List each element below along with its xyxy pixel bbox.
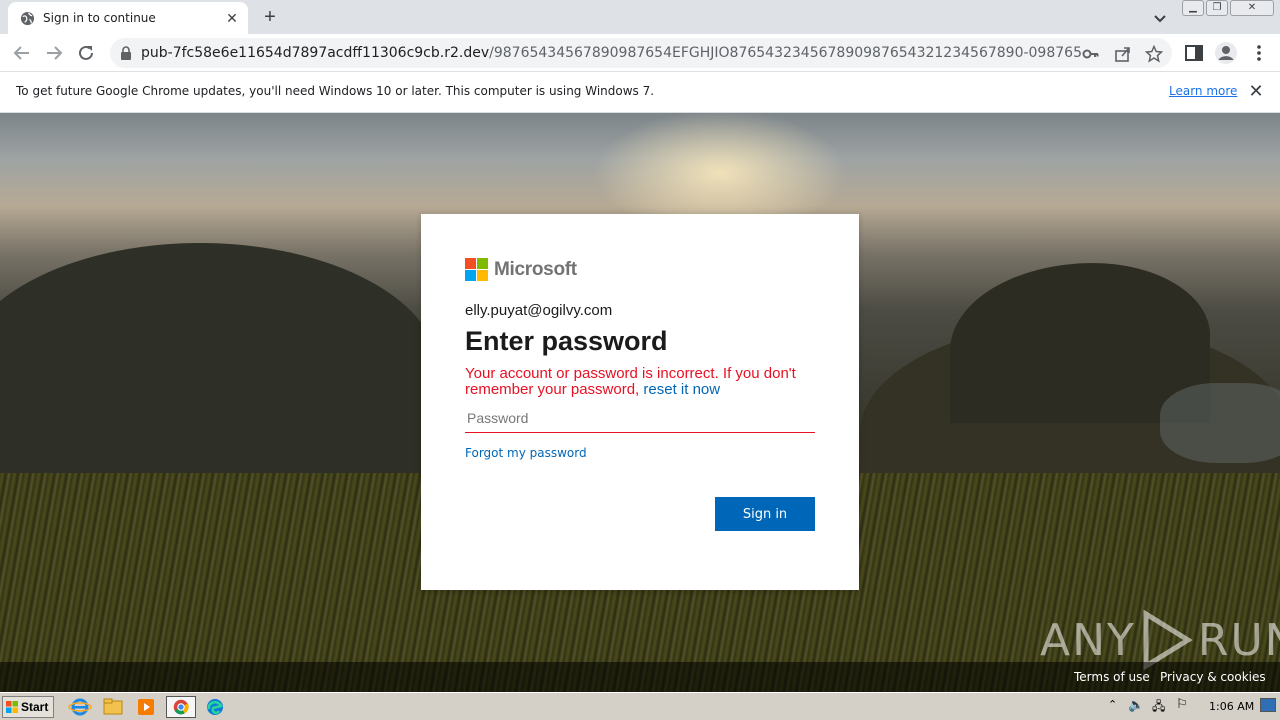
background-mountain [0, 243, 440, 503]
tab-search-icon[interactable] [1150, 8, 1170, 28]
profile-avatar-icon[interactable] [1214, 41, 1238, 65]
volume-icon[interactable]: 🔈 [1128, 697, 1144, 713]
anyrun-watermark: ANY RUN [1040, 610, 1280, 670]
bookmark-star-icon[interactable] [1145, 45, 1163, 63]
infobar-close-icon[interactable]: ✕ [1247, 82, 1265, 100]
background-lake [1160, 383, 1280, 463]
tray-expand-icon[interactable]: ⌃ [1108, 698, 1117, 711]
page-background: Microsoft elly.puyat@ogilvy.com Enter pa… [0, 113, 1280, 692]
action-center-flag-icon[interactable]: ⚐ [1176, 696, 1188, 712]
tab-title: Sign in to continue [43, 11, 156, 25]
windows-flag-icon [6, 701, 18, 713]
show-desktop-icon[interactable] [1260, 698, 1276, 712]
forward-icon[interactable] [42, 41, 66, 65]
window-controls: ▁ ❐ ✕ [1182, 0, 1274, 18]
url-host: pub-7fc58e6e11654d7897acdff11306c9cb.r2.… [141, 45, 490, 61]
minimize-button[interactable]: ▁ [1182, 0, 1204, 16]
back-icon[interactable] [10, 41, 34, 65]
watermark-right: RUN [1197, 614, 1280, 666]
reload-icon[interactable] [74, 41, 98, 65]
menu-kebab-icon[interactable] [1249, 43, 1269, 63]
lock-icon[interactable] [120, 46, 132, 60]
key-icon[interactable] [1082, 45, 1100, 63]
page-footer: Terms of use Privacy & cookies ... [0, 662, 1280, 692]
terms-link[interactable]: Terms of use [1074, 670, 1150, 684]
new-tab-button[interactable]: + [259, 6, 281, 28]
privacy-link[interactable]: Privacy & cookies ... [1160, 670, 1280, 692]
restore-button[interactable]: ❐ [1206, 0, 1228, 16]
address-bar[interactable]: pub-7fc58e6e11654d7897acdff11306c9cb.r2.… [110, 38, 1172, 68]
internet-explorer-icon[interactable] [68, 696, 92, 718]
network-icon[interactable]: 🖧 [1152, 697, 1165, 718]
share-icon[interactable] [1114, 45, 1132, 63]
window-close-button[interactable]: ✕ [1230, 0, 1274, 16]
start-label: Start [21, 700, 49, 714]
chrome-icon[interactable] [166, 696, 196, 718]
windows-taskbar: Start ⌃ 🔈 🖧 ⚐ 1:06 AM [0, 692, 1280, 720]
reset-password-link[interactable]: reset it now [643, 381, 720, 398]
page-title: Enter password [465, 326, 668, 356]
file-explorer-icon[interactable] [101, 696, 125, 718]
watermark-left: ANY [1040, 614, 1136, 666]
browser-toolbar: pub-7fc58e6e11654d7897acdff11306c9cb.r2.… [0, 34, 1280, 72]
learn-more-link[interactable]: Learn more [1169, 84, 1237, 98]
infobar-message: To get future Google Chrome updates, you… [16, 84, 655, 98]
start-button[interactable]: Start [2, 696, 54, 718]
sign-in-button[interactable]: Sign in [715, 497, 815, 531]
clock: 1:06 AM [1209, 700, 1255, 713]
side-panel-icon[interactable] [1184, 43, 1204, 63]
tab-strip: Sign in to continue ✕ + ▁ ❐ ✕ [0, 0, 1280, 34]
globe-icon [20, 11, 35, 26]
brand-name: Microsoft [494, 259, 577, 280]
edge-icon[interactable] [203, 696, 227, 718]
media-player-icon[interactable] [134, 696, 158, 718]
tab-sign-in[interactable]: Sign in to continue ✕ [8, 2, 248, 34]
url-text[interactable]: pub-7fc58e6e11654d7897acdff11306c9cb.r2.… [141, 45, 1081, 61]
login-card: Microsoft elly.puyat@ogilvy.com Enter pa… [421, 214, 859, 590]
error-message: Your account or password is incorrect. I… [465, 366, 821, 398]
error-text: Your account or password is incorrect. I… [465, 365, 796, 398]
password-input[interactable] [465, 404, 815, 433]
tab-close-icon[interactable]: ✕ [224, 10, 240, 26]
account-identity[interactable]: elly.puyat@ogilvy.com [465, 302, 612, 319]
forgot-password-link[interactable]: Forgot my password [465, 446, 587, 460]
microsoft-logo-icon [465, 258, 489, 282]
play-icon [1143, 610, 1193, 670]
url-path: /98765434567890987654EFGHJIO876543234567… [489, 45, 1081, 61]
update-infobar: To get future Google Chrome updates, you… [0, 72, 1280, 113]
